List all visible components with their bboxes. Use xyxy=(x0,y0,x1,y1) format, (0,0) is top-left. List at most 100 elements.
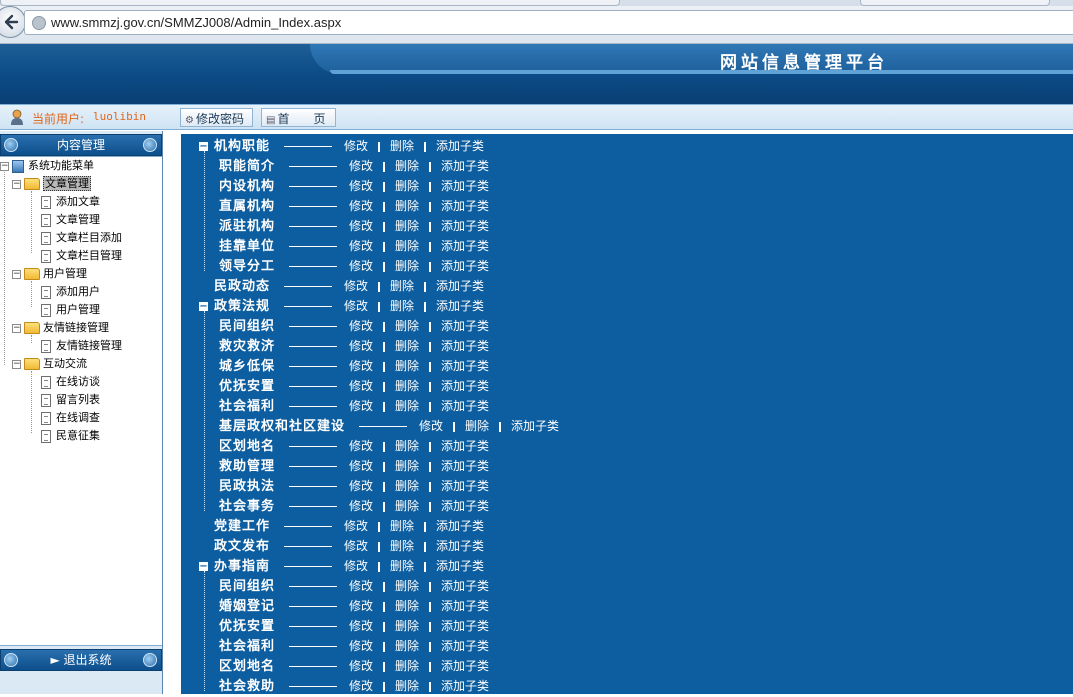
delete-link[interactable]: 删除 xyxy=(395,479,419,493)
add-child-link[interactable]: 添加子类 xyxy=(441,459,489,473)
category-name[interactable]: 优抚安置 xyxy=(219,617,275,637)
delete-link[interactable]: 删除 xyxy=(395,319,419,333)
add-child-link[interactable]: 添加子类 xyxy=(441,219,489,233)
delete-link[interactable]: 删除 xyxy=(395,599,419,613)
add-child-link[interactable]: 添加子类 xyxy=(511,419,559,433)
collapse-icon[interactable]: − xyxy=(12,269,21,279)
logout-button[interactable]: ► 退出系统 xyxy=(0,649,162,671)
tree-item-link-manage[interactable]: 友情链接管理 xyxy=(41,337,122,354)
edit-link[interactable]: 修改 xyxy=(349,639,373,653)
delete-link[interactable]: 删除 xyxy=(395,579,419,593)
back-button[interactable] xyxy=(0,6,26,38)
browser-tab[interactable] xyxy=(0,0,620,6)
add-child-link[interactable]: 添加子类 xyxy=(441,399,489,413)
collapse-icon[interactable]: − xyxy=(199,562,208,572)
delete-link[interactable]: 删除 xyxy=(395,259,419,273)
delete-link[interactable]: 删除 xyxy=(395,379,419,393)
add-child-link[interactable]: 添加子类 xyxy=(441,439,489,453)
collapse-icon[interactable]: − xyxy=(199,142,208,152)
category-name[interactable]: 派驻机构 xyxy=(219,217,275,237)
tree-group-interaction[interactable]: − 互动交流 xyxy=(12,355,87,372)
edit-link[interactable]: 修改 xyxy=(419,419,443,433)
delete-link[interactable]: 删除 xyxy=(395,359,419,373)
category-name[interactable]: 内设机构 xyxy=(219,177,275,197)
delete-link[interactable]: 删除 xyxy=(390,559,414,573)
tree-item-online-interview[interactable]: 在线访谈 xyxy=(41,373,100,390)
add-child-link[interactable]: 添加子类 xyxy=(441,259,489,273)
add-child-link[interactable]: 添加子类 xyxy=(441,659,489,673)
collapse-icon[interactable]: − xyxy=(0,161,9,171)
delete-link[interactable]: 删除 xyxy=(395,179,419,193)
collapse-icon[interactable]: − xyxy=(12,323,21,333)
delete-link[interactable]: 删除 xyxy=(395,239,419,253)
delete-link[interactable]: 删除 xyxy=(465,419,489,433)
add-child-link[interactable]: 添加子类 xyxy=(436,139,484,153)
category-name[interactable]: 政文发布 xyxy=(214,537,270,557)
category-name[interactable]: 民政动态 xyxy=(214,277,270,297)
add-child-link[interactable]: 添加子类 xyxy=(441,579,489,593)
collapse-icon[interactable]: − xyxy=(12,179,21,189)
edit-link[interactable]: 修改 xyxy=(349,479,373,493)
category-name[interactable]: 基层政权和社区建设 xyxy=(219,417,345,437)
edit-link[interactable]: 修改 xyxy=(349,599,373,613)
change-password-button[interactable]: ⚙ 修改密码 xyxy=(180,108,253,127)
category-name[interactable]: 直属机构 xyxy=(219,197,275,217)
tree-group-users[interactable]: − 用户管理 xyxy=(12,265,87,282)
category-name[interactable]: 民政执法 xyxy=(219,477,275,497)
category-name[interactable]: 婚姻登记 xyxy=(219,597,275,617)
add-child-link[interactable]: 添加子类 xyxy=(441,319,489,333)
category-name[interactable]: 区划地名 xyxy=(219,437,275,457)
add-child-link[interactable]: 添加子类 xyxy=(441,359,489,373)
edit-link[interactable]: 修改 xyxy=(349,459,373,473)
add-child-link[interactable]: 添加子类 xyxy=(441,679,489,693)
tree-item-article-manage[interactable]: 文章管理 xyxy=(41,211,100,228)
delete-link[interactable]: 删除 xyxy=(395,219,419,233)
add-child-link[interactable]: 添加子类 xyxy=(436,279,484,293)
category-name[interactable]: 职能简介 xyxy=(219,157,275,177)
edit-link[interactable]: 修改 xyxy=(349,339,373,353)
add-child-link[interactable]: 添加子类 xyxy=(441,639,489,653)
category-name[interactable]: 民间组织 xyxy=(219,577,275,597)
delete-link[interactable]: 删除 xyxy=(395,499,419,513)
edit-link[interactable]: 修改 xyxy=(344,559,368,573)
tree-item-add-column[interactable]: 文章栏目添加 xyxy=(41,229,122,246)
add-child-link[interactable]: 添加子类 xyxy=(436,559,484,573)
edit-link[interactable]: 修改 xyxy=(344,279,368,293)
category-name[interactable]: 优抚安置 xyxy=(219,377,275,397)
edit-link[interactable]: 修改 xyxy=(344,299,368,313)
category-name[interactable]: 区划地名 xyxy=(219,657,275,677)
edit-link[interactable]: 修改 xyxy=(349,659,373,673)
category-name[interactable]: 挂靠单位 xyxy=(219,237,275,257)
tree-root[interactable]: − 系统功能菜单 xyxy=(0,157,94,174)
add-child-link[interactable]: 添加子类 xyxy=(441,479,489,493)
edit-link[interactable]: 修改 xyxy=(349,439,373,453)
delete-link[interactable]: 删除 xyxy=(395,199,419,213)
add-child-link[interactable]: 添加子类 xyxy=(436,519,484,533)
edit-link[interactable]: 修改 xyxy=(349,319,373,333)
edit-link[interactable]: 修改 xyxy=(349,359,373,373)
category-name[interactable]: 领导分工 xyxy=(219,257,275,277)
tree-item-message-list[interactable]: 留言列表 xyxy=(41,391,100,408)
edit-link[interactable]: 修改 xyxy=(344,519,368,533)
tree-group-articles[interactable]: − 文章管理 xyxy=(12,175,91,192)
edit-link[interactable]: 修改 xyxy=(349,399,373,413)
delete-link[interactable]: 删除 xyxy=(395,399,419,413)
tree-group-links[interactable]: − 友情链接管理 xyxy=(12,319,109,336)
tree-item-user-manage[interactable]: 用户管理 xyxy=(41,301,100,318)
collapse-icon[interactable]: − xyxy=(199,302,208,312)
add-child-link[interactable]: 添加子类 xyxy=(441,339,489,353)
url-input[interactable]: www.smmzj.gov.cn/SMMZJ008/Admin_Index.as… xyxy=(24,10,1073,35)
category-name[interactable]: 救灾救济 xyxy=(219,337,275,357)
delete-link[interactable]: 删除 xyxy=(390,539,414,553)
collapse-icon[interactable]: − xyxy=(12,359,21,369)
edit-link[interactable]: 修改 xyxy=(349,199,373,213)
edit-link[interactable]: 修改 xyxy=(349,679,373,693)
edit-link[interactable]: 修改 xyxy=(349,259,373,273)
edit-link[interactable]: 修改 xyxy=(349,619,373,633)
delete-link[interactable]: 删除 xyxy=(395,159,419,173)
delete-link[interactable]: 删除 xyxy=(395,459,419,473)
category-name[interactable]: 社会事务 xyxy=(219,497,275,517)
delete-link[interactable]: 删除 xyxy=(395,639,419,653)
delete-link[interactable]: 删除 xyxy=(395,679,419,693)
add-child-link[interactable]: 添加子类 xyxy=(441,199,489,213)
